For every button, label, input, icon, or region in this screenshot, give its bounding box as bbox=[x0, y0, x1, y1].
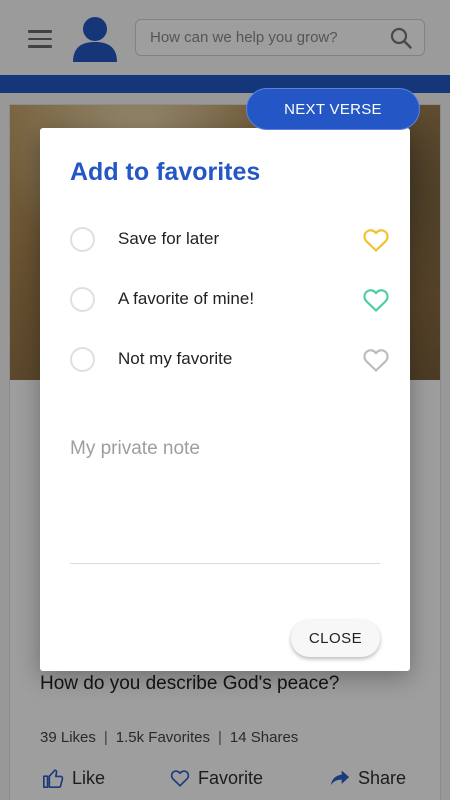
option-label: A favorite of mine! bbox=[118, 289, 255, 308]
radio-button[interactable] bbox=[70, 287, 95, 312]
heart-outline-icon bbox=[363, 349, 389, 373]
option-favorite-of-mine[interactable]: A favorite of mine! bbox=[70, 279, 390, 319]
radio-button[interactable] bbox=[70, 347, 95, 372]
next-verse-button[interactable]: NEXT VERSE bbox=[246, 88, 420, 130]
option-label: Save for later bbox=[118, 229, 220, 248]
add-to-favorites-dialog: Add to favorites Save for later A favori… bbox=[40, 128, 410, 671]
option-save-for-later[interactable]: Save for later bbox=[70, 219, 390, 259]
radio-button[interactable] bbox=[70, 227, 95, 252]
option-label: Not my favorite bbox=[118, 349, 233, 368]
heart-outline-icon bbox=[363, 289, 389, 313]
close-button[interactable]: CLOSE bbox=[291, 620, 380, 657]
dialog-title: Add to favorites bbox=[70, 158, 261, 186]
private-note-field[interactable] bbox=[70, 438, 380, 564]
option-not-my-favorite[interactable]: Not my favorite bbox=[70, 339, 390, 379]
heart-outline-icon bbox=[363, 229, 389, 253]
